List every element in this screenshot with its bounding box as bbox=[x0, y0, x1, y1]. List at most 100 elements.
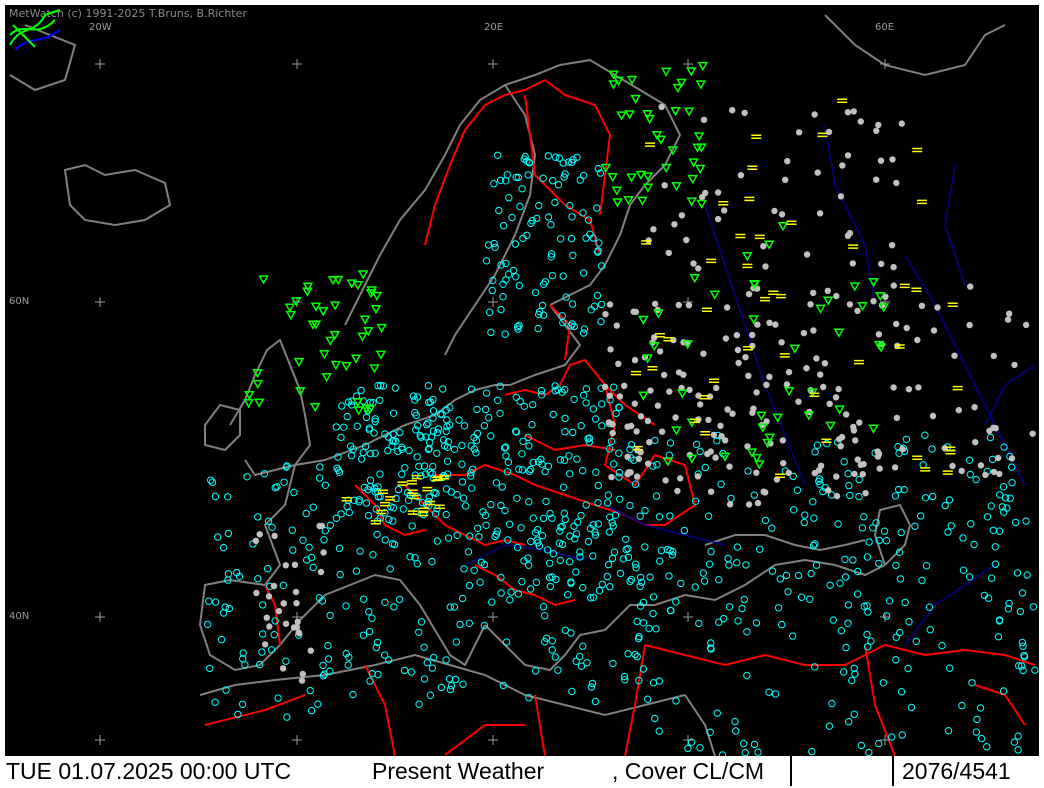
station-symbol bbox=[626, 501, 634, 510]
station-symbol bbox=[592, 468, 600, 476]
station-symbol bbox=[429, 407, 438, 415]
station-symbol bbox=[860, 460, 867, 468]
station-symbol bbox=[835, 385, 842, 393]
station-symbol bbox=[958, 467, 965, 475]
station-symbol bbox=[709, 290, 721, 300]
station-symbol bbox=[651, 436, 659, 445]
station-symbol bbox=[631, 370, 641, 376]
metwatch-logo-icon bbox=[9, 9, 61, 51]
station-symbol bbox=[684, 744, 692, 753]
station-symbol bbox=[208, 478, 217, 486]
station-symbol bbox=[677, 475, 684, 482]
station-symbol bbox=[858, 524, 867, 532]
station-symbol bbox=[658, 428, 666, 435]
station-symbol bbox=[582, 234, 590, 242]
station-symbol bbox=[293, 600, 300, 607]
station-symbol bbox=[966, 321, 973, 329]
station-symbol bbox=[903, 324, 910, 332]
station-symbol bbox=[357, 332, 368, 342]
station-symbol bbox=[504, 458, 513, 466]
station-symbol bbox=[598, 400, 606, 408]
station-symbol bbox=[845, 481, 853, 490]
weather-map[interactable]: MetWatch (c) 1991-2025 T.Bruns, B.Richte… bbox=[5, 5, 1039, 756]
station-symbol bbox=[559, 272, 567, 280]
station-symbol bbox=[832, 394, 840, 401]
station-symbol bbox=[579, 583, 587, 592]
station-symbol bbox=[1022, 321, 1030, 329]
station-symbol bbox=[784, 157, 791, 165]
station-symbol bbox=[825, 487, 832, 494]
station-symbol bbox=[825, 722, 834, 730]
station-symbol bbox=[362, 413, 371, 422]
station-symbol bbox=[254, 513, 262, 521]
station-symbol bbox=[952, 385, 963, 391]
station-symbol bbox=[712, 454, 719, 461]
station-symbol bbox=[321, 481, 330, 489]
station-symbol bbox=[539, 603, 548, 611]
station-symbol bbox=[949, 462, 956, 470]
status-divider bbox=[790, 756, 894, 786]
station-symbol bbox=[990, 352, 997, 360]
station-symbol bbox=[621, 382, 628, 389]
station-symbol bbox=[660, 371, 668, 379]
station-symbol bbox=[577, 422, 585, 430]
station-symbol bbox=[211, 698, 219, 706]
station-symbol bbox=[729, 107, 736, 114]
station-symbol bbox=[267, 646, 276, 654]
station-symbol bbox=[912, 147, 923, 153]
station-symbol bbox=[693, 132, 705, 142]
station-symbol bbox=[727, 494, 735, 503]
station-symbol bbox=[649, 593, 658, 601]
station-symbol bbox=[606, 392, 613, 399]
station-symbol bbox=[778, 211, 786, 218]
station-symbol bbox=[833, 328, 845, 338]
station-symbol bbox=[718, 433, 725, 440]
station-symbol bbox=[890, 263, 897, 271]
station-symbol bbox=[270, 631, 278, 639]
station-symbol bbox=[795, 398, 802, 405]
station-symbol bbox=[482, 257, 491, 265]
station-symbol bbox=[899, 445, 906, 453]
station-symbol bbox=[995, 454, 1002, 462]
station-symbol bbox=[696, 744, 704, 752]
station-symbol bbox=[631, 400, 638, 407]
station-symbol bbox=[701, 463, 709, 472]
station-symbol bbox=[753, 389, 760, 396]
station-symbol bbox=[424, 419, 432, 427]
station-symbol bbox=[401, 464, 409, 472]
station-symbol bbox=[465, 581, 474, 590]
station-symbol bbox=[765, 688, 773, 696]
status-product: Present Weather bbox=[372, 758, 545, 784]
station-symbol bbox=[1022, 517, 1030, 525]
station-symbol bbox=[944, 528, 952, 536]
station-symbol bbox=[525, 498, 533, 506]
station-symbol bbox=[784, 588, 792, 596]
station-symbol bbox=[710, 431, 718, 439]
station-symbol bbox=[569, 428, 577, 437]
station-symbol bbox=[741, 109, 748, 117]
station-symbol bbox=[718, 200, 729, 206]
station-symbol bbox=[642, 109, 653, 120]
station-symbol bbox=[270, 582, 278, 590]
station-symbol bbox=[793, 486, 802, 494]
station-symbol bbox=[561, 626, 569, 634]
map-canvas[interactable] bbox=[5, 5, 1039, 756]
station-symbol bbox=[645, 624, 653, 633]
station-symbol bbox=[1018, 638, 1027, 647]
station-symbol bbox=[837, 627, 845, 635]
station-symbol bbox=[671, 181, 682, 192]
station-symbol bbox=[490, 180, 498, 188]
station-symbol bbox=[579, 269, 588, 277]
station-symbol bbox=[309, 503, 317, 511]
station-symbol bbox=[834, 405, 845, 415]
station-symbol bbox=[646, 573, 654, 581]
station-symbol bbox=[572, 568, 580, 576]
station-symbol bbox=[365, 608, 373, 616]
station-symbol bbox=[841, 555, 849, 563]
station-symbol bbox=[868, 278, 879, 288]
station-symbol bbox=[635, 455, 642, 462]
station-symbol bbox=[801, 511, 809, 519]
station-symbol bbox=[584, 537, 593, 546]
station-symbol bbox=[446, 603, 454, 611]
station-symbol bbox=[666, 439, 675, 447]
